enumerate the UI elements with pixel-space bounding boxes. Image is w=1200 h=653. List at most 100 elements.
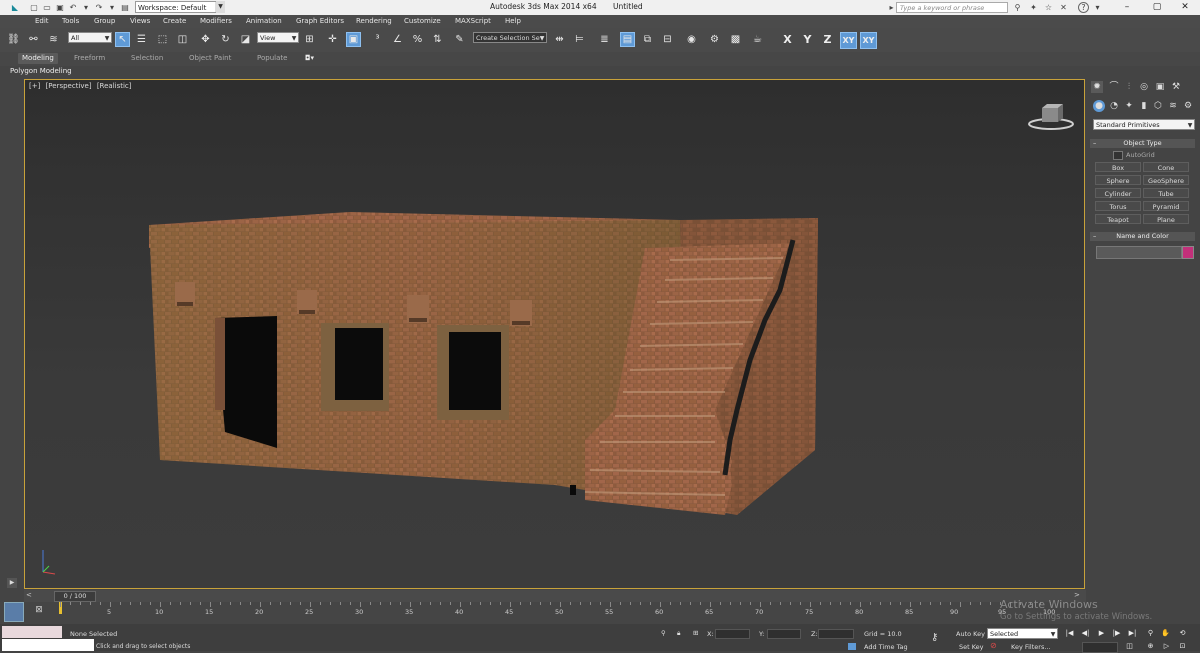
maximize-button[interactable]: ▢ <box>1142 0 1172 14</box>
orbit-icon[interactable]: ⟲ <box>1177 628 1188 638</box>
window-crossing-icon[interactable]: ◫ <box>175 32 190 47</box>
bind-to-space-warp-icon[interactable]: ≋ <box>46 32 61 47</box>
create-tab-icon[interactable]: ✹ <box>1091 81 1103 93</box>
spinner-snap-icon[interactable]: ⇅ <box>430 32 445 47</box>
current-frame-field[interactable] <box>1082 642 1118 653</box>
schematic-view-icon[interactable]: ⊟ <box>660 32 675 47</box>
cameras-icon[interactable]: ▮ <box>1138 100 1150 112</box>
add-time-tag-text[interactable]: Add Time Tag <box>864 643 908 651</box>
mirror-icon[interactable]: ⇹ <box>552 32 567 47</box>
time-slider-left-arrow-icon[interactable]: < <box>26 591 32 599</box>
perspective-viewport[interactable]: [+] [Perspective] [Realistic] <box>24 79 1085 589</box>
percent-snap-icon[interactable]: % <box>410 32 425 47</box>
align-icon[interactable]: ⊨ <box>572 32 587 47</box>
systems-icon[interactable]: ⚙ <box>1182 100 1194 112</box>
isolate-selection-icon[interactable]: ⚲ <box>661 629 666 637</box>
tab-object-paint[interactable]: Object Paint <box>189 54 231 62</box>
select-and-manipulate-icon[interactable]: ✛ <box>325 32 340 47</box>
time-slider-thumb[interactable]: 0 / 100 <box>54 591 96 602</box>
axis-xy-button[interactable]: XY <box>840 32 857 49</box>
pyramid-button[interactable]: Pyramid <box>1143 201 1189 211</box>
field-of-view-icon[interactable]: ▷ <box>1161 641 1172 651</box>
object-type-rollout-header[interactable]: – Object Type <box>1090 139 1195 148</box>
collapse-arrow-icon[interactable]: ▶ <box>7 578 17 588</box>
workspace-dropdown[interactable]: Workspace: Default ▼ <box>135 1 225 13</box>
help-icon[interactable]: ? <box>1078 2 1089 13</box>
tube-button[interactable]: Tube <box>1143 188 1189 198</box>
z-coord-field[interactable] <box>818 629 854 639</box>
menu-group[interactable]: Group <box>94 17 115 25</box>
maxscript-listener-box[interactable] <box>2 626 62 638</box>
cone-button[interactable]: Cone <box>1143 162 1189 172</box>
box-button[interactable]: Box <box>1095 162 1141 172</box>
material-editor-icon[interactable]: ◉ <box>684 32 699 47</box>
undo-icon[interactable]: ↶ <box>68 3 78 13</box>
keyboard-shortcut-override-icon[interactable]: ▣ <box>346 32 361 47</box>
minimize-button[interactable]: – <box>1112 0 1142 14</box>
y-coord-field[interactable] <box>767 629 801 639</box>
rendered-frame-window-icon[interactable]: ▩ <box>728 32 743 47</box>
select-by-name-icon[interactable]: ☰ <box>134 32 149 47</box>
axis-y-button[interactable]: Y <box>800 32 815 47</box>
brick-building-model[interactable] <box>25 80 1085 589</box>
axis-x-button[interactable]: X <box>780 32 795 47</box>
time-slider[interactable]: < 0 / 100 > <box>24 590 1086 602</box>
sphere-button[interactable]: Sphere <box>1095 175 1141 185</box>
x-coord-field[interactable] <box>715 629 750 639</box>
cylinder-button[interactable]: Cylinder <box>1095 188 1141 198</box>
torus-button[interactable]: Torus <box>1095 201 1141 211</box>
next-frame-icon[interactable]: |▶ <box>1111 628 1122 638</box>
select-and-scale-icon[interactable]: ◪ <box>238 32 253 47</box>
edit-named-selection-icon[interactable]: ✎ <box>452 32 467 47</box>
hierarchy-tab-icon[interactable]: ⫶ <box>1123 81 1135 93</box>
ribbon-toggle-icon[interactable]: ▤ <box>620 32 635 47</box>
set-key-button[interactable]: Set Key <box>959 643 984 651</box>
close-button[interactable]: ✕ <box>1170 0 1200 14</box>
menu-tools[interactable]: Tools <box>62 17 79 25</box>
select-and-move-icon[interactable]: ✥ <box>198 32 213 47</box>
search-input[interactable]: Type a keyword or phrase <box>896 2 1008 13</box>
named-selection-sets-dropdown[interactable]: Create Selection Se ▼ <box>473 32 547 43</box>
geosphere-button[interactable]: GeoSphere <box>1143 175 1189 185</box>
lights-icon[interactable]: ✦ <box>1123 100 1135 112</box>
play-icon[interactable]: ▶ <box>1096 628 1107 638</box>
key-filters-button[interactable]: Key Filters... <box>1011 643 1051 651</box>
app-logo-icon[interactable]: ◣ <box>4 3 26 13</box>
auto-key-button[interactable]: Auto Key <box>956 630 985 638</box>
set-keys-icon[interactable]: ⊘ <box>990 641 997 650</box>
viewport-layout-icon[interactable] <box>4 602 24 622</box>
menu-create[interactable]: Create <box>163 17 186 25</box>
teapot-button[interactable]: Teapot <box>1095 214 1141 224</box>
select-and-rotate-icon[interactable]: ↻ <box>218 32 233 47</box>
tab-populate[interactable]: Populate <box>257 54 287 62</box>
select-object-icon[interactable]: ↖ <box>115 32 130 47</box>
time-config-icon[interactable]: ◫ <box>1124 641 1135 651</box>
select-and-link-icon[interactable]: ⛓ <box>6 32 21 47</box>
search-icon[interactable]: ⚲ <box>1012 2 1023 13</box>
pivot-center-icon[interactable]: ⊞ <box>302 32 317 47</box>
track-bar[interactable]: ⊠ 5 10 15 20 25 30 35 40 45 50 55 60 65 … <box>0 602 1088 624</box>
go-to-start-icon[interactable]: |◀ <box>1064 628 1075 638</box>
rectangular-selection-icon[interactable]: ⬚ <box>155 32 170 47</box>
save-file-icon[interactable]: ▣ <box>55 3 65 13</box>
utilities-tab-icon[interactable]: ⚒ <box>1170 81 1182 93</box>
plane-button[interactable]: Plane <box>1143 214 1189 224</box>
menu-edit[interactable]: Edit <box>35 17 49 25</box>
redo-icon[interactable]: ↷ <box>94 3 104 13</box>
display-tab-icon[interactable]: ▣ <box>1154 81 1166 93</box>
key-mode-dropdown[interactable]: Selected ▼ <box>987 628 1058 639</box>
reference-coordinate-dropdown[interactable]: View ▼ <box>257 32 299 43</box>
axis-z-button[interactable]: Z <box>820 32 835 47</box>
modify-tab-icon[interactable]: ⌒ <box>1108 81 1120 93</box>
render-setup-icon[interactable]: ⚙ <box>707 32 722 47</box>
new-file-icon[interactable]: ▢ <box>29 3 39 13</box>
time-tag-icon[interactable] <box>848 643 856 650</box>
object-color-swatch[interactable] <box>1182 246 1194 259</box>
selection-lock-icon[interactable]: 🔒︎ <box>677 629 680 638</box>
mini-curve-editor-icon[interactable]: ⊠ <box>33 604 45 616</box>
project-folder-icon[interactable]: ▤ <box>120 3 130 13</box>
menu-modifiers[interactable]: Modifiers <box>200 17 232 25</box>
tab-modeling[interactable]: Modeling <box>18 53 58 64</box>
motion-tab-icon[interactable]: ◎ <box>1138 81 1150 93</box>
ribbon-options-icon[interactable]: ◘▾ <box>305 54 314 62</box>
